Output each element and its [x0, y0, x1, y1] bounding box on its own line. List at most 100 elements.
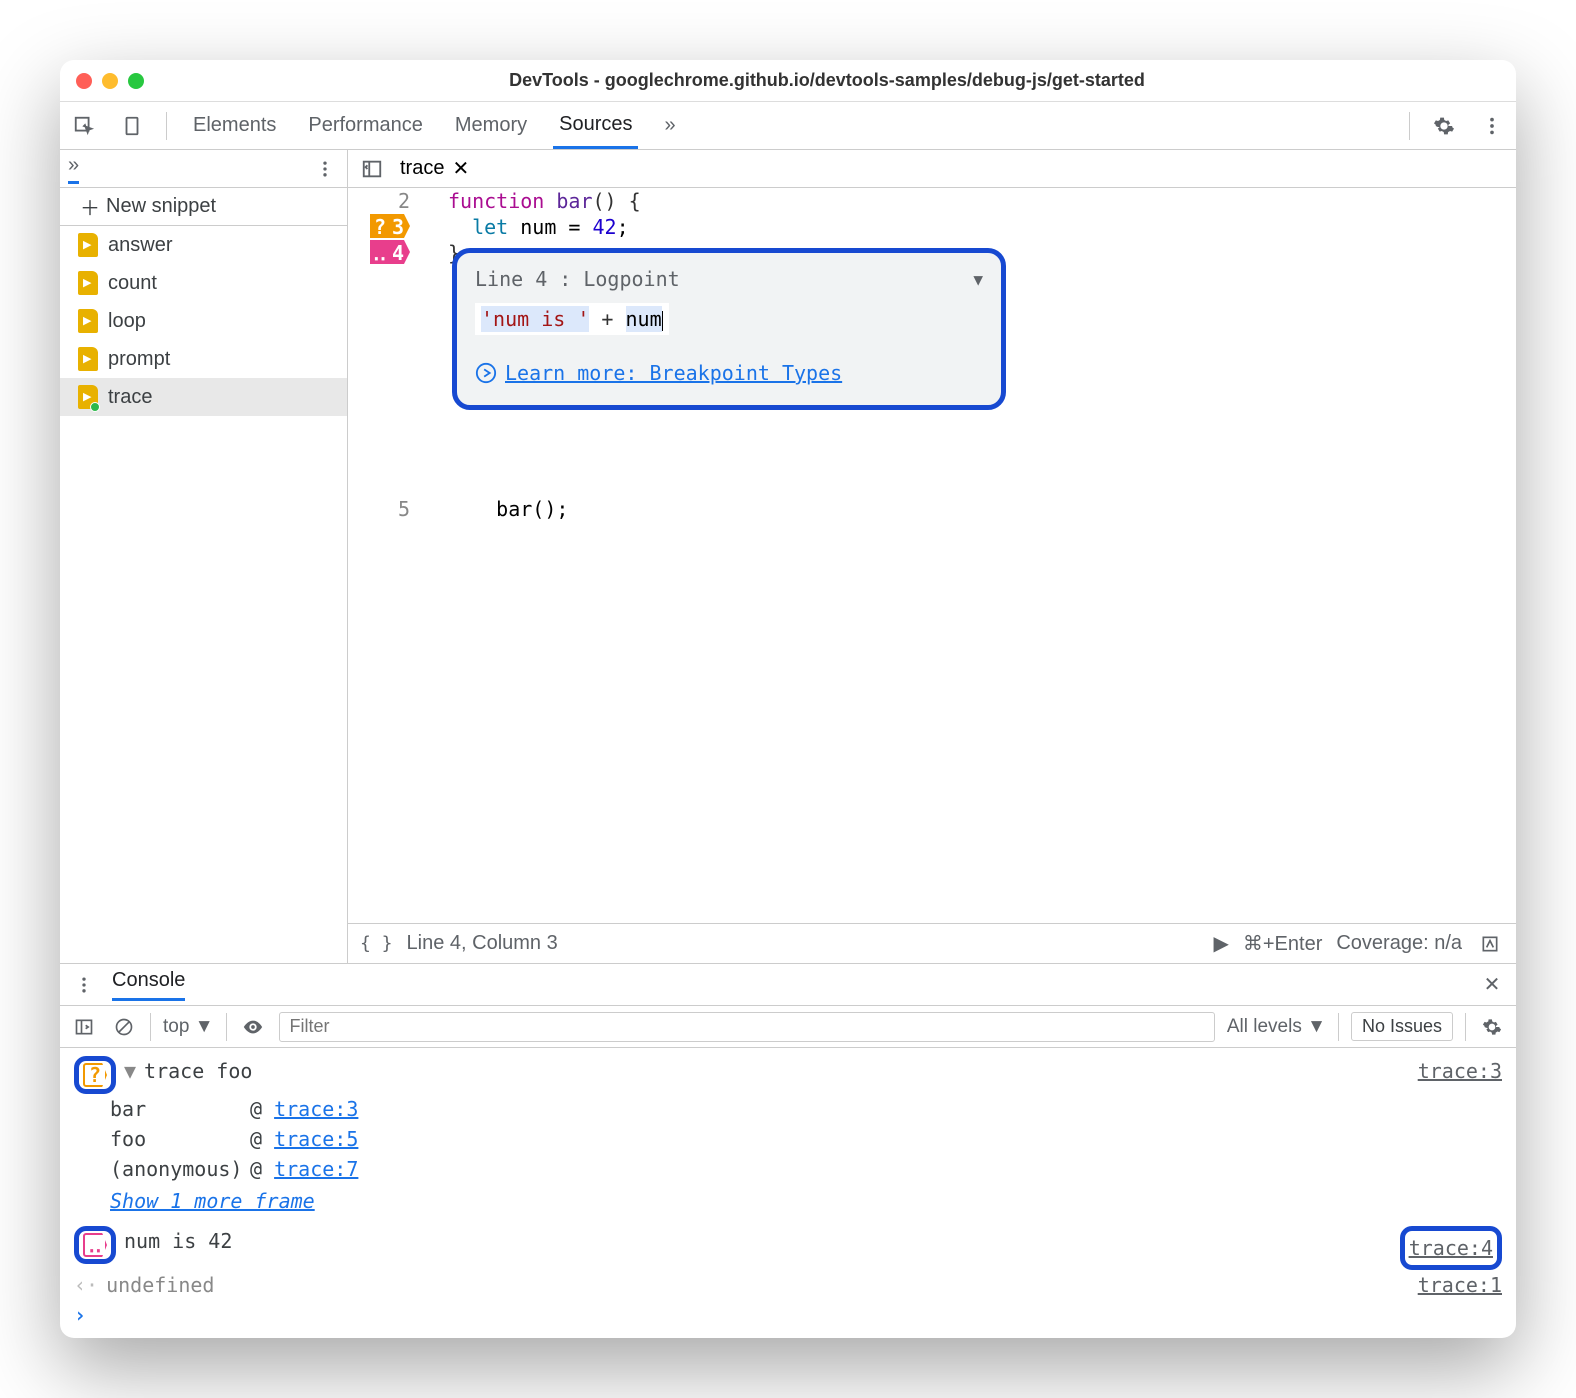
snippet-item-prompt[interactable]: prompt	[60, 340, 347, 378]
arrow-circle-icon	[475, 362, 497, 384]
code-line: bar();	[448, 496, 1516, 522]
tab-console[interactable]: Console	[112, 969, 185, 1001]
toggle-navigator-icon[interactable]	[358, 155, 386, 183]
at-symbol: @	[250, 1127, 262, 1151]
close-window[interactable]	[76, 73, 92, 89]
context-dropdown[interactable]: top ▼	[163, 1016, 214, 1038]
separator	[1338, 1013, 1339, 1041]
code-token: 'num is '	[481, 306, 589, 332]
window-title: DevTools - googlechrome.github.io/devtoo…	[154, 70, 1500, 91]
minimize-window[interactable]	[102, 73, 118, 89]
pretty-print-button[interactable]: { }	[360, 933, 393, 954]
snippet-item-loop[interactable]: loop	[60, 302, 347, 340]
gear-icon[interactable]	[1478, 1013, 1506, 1041]
disclosure-triangle-icon[interactable]: ▼	[124, 1056, 136, 1086]
console-prompt[interactable]: ›	[74, 1300, 1502, 1330]
chevron-down-icon[interactable]: ▼	[973, 270, 983, 289]
plus-icon: ＋	[80, 192, 100, 221]
console-sidebar-icon[interactable]	[70, 1013, 98, 1041]
device-icon[interactable]	[118, 112, 146, 140]
line-number[interactable]: 5	[348, 496, 410, 522]
issues-button[interactable]: No Issues	[1351, 1012, 1453, 1041]
filter-input[interactable]	[279, 1012, 1215, 1042]
separator	[150, 1013, 151, 1041]
at-symbol: @	[250, 1157, 262, 1181]
console-row[interactable]: ? ▼ trace foo trace:3	[74, 1056, 1502, 1094]
source-link[interactable]: trace:3	[1418, 1056, 1502, 1086]
close-drawer-icon[interactable]: ✕	[1478, 971, 1506, 999]
line-number[interactable]: 4	[348, 240, 410, 266]
kebab-icon[interactable]	[1478, 112, 1506, 140]
gear-icon[interactable]	[1430, 112, 1458, 140]
new-snippet-label: New snippet	[106, 195, 216, 218]
code-token: ;	[617, 215, 629, 239]
stack-link[interactable]: trace:7	[274, 1157, 358, 1181]
tab-elements[interactable]: Elements	[187, 102, 282, 149]
stack-fn: (anonymous)	[110, 1154, 250, 1184]
tab-memory[interactable]: Memory	[449, 102, 533, 149]
snippet-item-count[interactable]: count	[60, 264, 347, 302]
titlebar: DevTools - googlechrome.github.io/devtoo…	[60, 60, 1516, 102]
console-message: trace foo	[144, 1056, 252, 1086]
run-snippet-button[interactable]: ▶	[1213, 931, 1228, 956]
conditional-breakpoint-badge-icon: ?	[83, 1063, 107, 1087]
stack-link[interactable]: trace:5	[274, 1127, 358, 1151]
conditional-breakpoint-marker[interactable]: 3	[370, 214, 410, 238]
coverage-label: Coverage: n/a	[1336, 932, 1462, 955]
clear-console-icon[interactable]	[110, 1013, 138, 1041]
logpoint-badge-icon: ‥	[83, 1233, 107, 1257]
file-tab-label: trace	[400, 157, 444, 180]
tab-sources[interactable]: Sources	[553, 102, 638, 149]
line-number[interactable]: 2	[348, 188, 410, 214]
show-more-frames-link[interactable]: Show 1 more frame	[74, 1184, 1502, 1218]
logpoint-input[interactable]: 'num is ' + num	[475, 303, 669, 335]
source-map-icon[interactable]	[1476, 930, 1504, 958]
line-number[interactable]: 3	[348, 214, 410, 240]
separator	[166, 112, 167, 140]
snippet-icon	[78, 271, 98, 295]
snippet-label: count	[108, 272, 157, 295]
stack-trace: bar@ trace:3 foo@ trace:5 (anonymous)@ t…	[74, 1094, 1502, 1184]
console-drawer: Console ✕ top ▼ All levels ▼ No Issues ?…	[60, 963, 1516, 1338]
close-tab-icon[interactable]: ✕	[452, 156, 469, 181]
highlight-annotation: trace:4	[1400, 1226, 1502, 1270]
prompt-icon: ›	[74, 1300, 86, 1330]
learn-more-link[interactable]: Learn more: Breakpoint Types	[505, 361, 842, 385]
snippet-label: trace	[108, 386, 152, 409]
logpoint-marker[interactable]: 4	[370, 240, 410, 264]
editor: trace ✕ 2 3 4 5 function bar() { let num…	[348, 150, 1516, 963]
snippet-label: loop	[108, 310, 146, 333]
new-snippet-button[interactable]: ＋ New snippet	[60, 188, 347, 226]
snippet-item-trace[interactable]: trace	[60, 378, 347, 416]
source-link[interactable]: trace:1	[1418, 1270, 1502, 1300]
return-arrow-icon: ‹·	[74, 1270, 98, 1300]
stack-fn: bar	[110, 1094, 250, 1124]
at-symbol: @	[250, 1097, 262, 1121]
code-token: num =	[508, 215, 592, 239]
stack-link[interactable]: trace:3	[274, 1097, 358, 1121]
kebab-icon[interactable]	[311, 155, 339, 183]
inspect-icon[interactable]	[70, 112, 98, 140]
code-token: 42	[593, 215, 617, 239]
file-tab-trace[interactable]: trace ✕	[400, 156, 469, 181]
live-expression-icon[interactable]	[239, 1013, 267, 1041]
kebab-icon[interactable]	[70, 971, 98, 999]
run-shortcut: ⌘+Enter	[1243, 931, 1322, 956]
cursor-position: Line 4, Column 3	[407, 932, 558, 955]
maximize-window[interactable]	[128, 73, 144, 89]
gutter[interactable]: 2 3 4 5	[348, 188, 420, 923]
code-token: num	[626, 306, 662, 332]
source-link[interactable]: trace:4	[1409, 1233, 1493, 1263]
breakpoint-editor-popover: Line 4 : Logpoint ▼ 'num is ' + num Lear…	[452, 248, 1006, 410]
console-row[interactable]: ‥ num is 42 trace:4	[74, 1226, 1502, 1270]
tab-performance[interactable]: Performance	[302, 102, 429, 149]
snippet-icon	[78, 309, 98, 333]
code-area[interactable]: 2 3 4 5 function bar() { let num = 42; }…	[348, 188, 1516, 923]
tab-more[interactable]: »	[658, 102, 681, 149]
levels-dropdown[interactable]: All levels ▼	[1227, 1016, 1326, 1038]
highlight-annotation: ‥	[74, 1226, 116, 1264]
snippet-item-answer[interactable]: answer	[60, 226, 347, 264]
console-message: num is 42	[124, 1226, 232, 1256]
breakpoint-type-dropdown[interactable]: Logpoint	[583, 267, 679, 291]
navigator-more[interactable]: »	[68, 154, 79, 184]
